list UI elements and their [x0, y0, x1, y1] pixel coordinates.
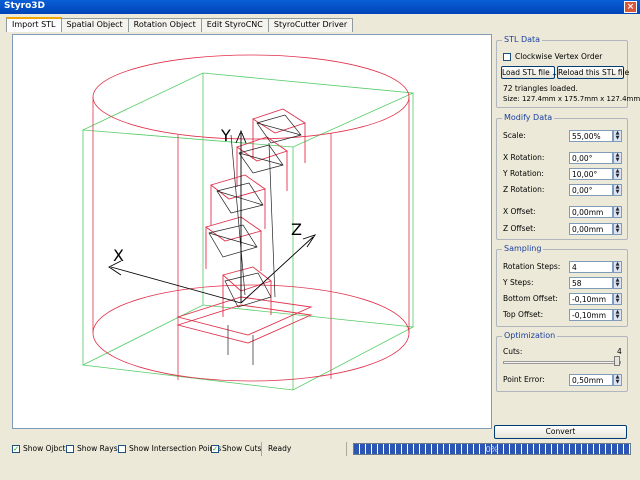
x-offset-label: X Offset: — [503, 207, 536, 216]
top-offset-spin-icon[interactable]: ▲ ▼ — [613, 309, 622, 321]
z-axis-label: Z — [291, 220, 302, 239]
top-offset-label: Top Offset: — [503, 310, 544, 319]
x-rotation-label: X Rotation: — [503, 153, 545, 162]
scale-row: Scale: 55,00% ▲ ▼ — [501, 130, 625, 143]
coordinate-axes — [108, 129, 317, 304]
x-rotation-row: X Rotation: 0,00° ▲ ▼ — [501, 152, 625, 165]
z-offset-row: Z Offset: 0,00mm ▲ ▼ — [501, 223, 625, 236]
y-steps-input[interactable]: 58 — [569, 277, 613, 289]
y-steps-label: Y Steps: — [503, 278, 534, 287]
point-error-label: Point Error: — [503, 375, 545, 384]
point-error-input[interactable]: 0,50mm — [569, 374, 613, 386]
tab-rotation-object[interactable]: Rotation Object — [127, 18, 202, 32]
triangles-count: 72 triangles loaded. — [503, 84, 578, 93]
clockwise-label: Clockwise Vertex Order — [515, 52, 603, 61]
cuts-label: Cuts: — [503, 347, 523, 356]
y-rotation-label: Y Rotation: — [503, 169, 544, 178]
point-error-row: Point Error: 0,50mm ▲ ▼ — [501, 374, 625, 387]
rotation-steps-row: Rotation Steps: 4 ▲ ▼ — [501, 261, 625, 274]
sampling-group: Sampling Rotation Steps: 4 ▲ ▼ Y Steps: 5… — [496, 244, 628, 327]
y-rotation-input[interactable]: 10,00° — [569, 168, 613, 180]
bounding-box — [81, 72, 415, 391]
z-offset-label: Z Offset: — [503, 224, 536, 233]
y-axis-label: Y — [220, 126, 231, 145]
status-divider — [346, 442, 347, 456]
modify-data-group: Modify Data Scale: 55,00% ▲ ▼ X Rotation:… — [496, 113, 628, 240]
stl-data-title: STL Data — [502, 35, 543, 44]
sampling-title: Sampling — [502, 244, 544, 253]
scale-spin-icon[interactable]: ▲ ▼ — [613, 130, 622, 142]
tab-spatial-object[interactable]: Spatial Object — [60, 18, 129, 32]
x-offset-input[interactable]: 0,00mm — [569, 206, 613, 218]
status-text: Ready — [268, 444, 292, 453]
rotation-steps-label: Rotation Steps: — [503, 262, 561, 271]
window-title: Styro3D — [4, 1, 46, 11]
bottom-offset-row: Bottom Offset: -0,10mm ▲ ▼ — [501, 293, 625, 306]
cuts-value: 4 — [617, 347, 622, 356]
stl-data-group: STL Data Clockwise Vertex Order Load STL… — [496, 35, 640, 108]
show-cuts-label: Show Cuts — [222, 444, 262, 453]
y-steps-row: Y Steps: 58 ▲ ▼ — [501, 277, 625, 290]
modify-data-title: Modify Data — [502, 113, 555, 122]
top-offset-input[interactable]: -0,10mm — [569, 309, 613, 321]
x-axis-label: X — [113, 246, 124, 265]
show-rays-label: Show Rays — [77, 444, 118, 453]
clockwise-checkbox[interactable] — [503, 53, 511, 61]
rotation-steps-spin-icon[interactable]: ▲ ▼ — [613, 261, 622, 273]
bottom-offset-label: Bottom Offset: — [503, 294, 558, 303]
z-rotation-spin-icon[interactable]: ▲ ▼ — [613, 184, 622, 196]
show-intersections-checkbox[interactable] — [118, 445, 126, 453]
y-steps-spin-icon[interactable]: ▲ ▼ — [613, 277, 622, 289]
y-rotation-spin-icon[interactable]: ▲ ▼ — [613, 168, 622, 180]
point-error-spin-icon[interactable]: ▲ ▼ — [613, 374, 622, 386]
z-offset-spin-icon[interactable]: ▲ ▼ — [613, 223, 622, 235]
load-stl-button[interactable]: Load STL file ... — [501, 66, 559, 79]
show-object-label: Show Ojbct — [23, 444, 66, 453]
tab-strip: Import STL Spatial Object Rotation Objec… — [6, 17, 354, 32]
optimization-title: Optimization — [502, 331, 558, 340]
scale-label: Scale: — [503, 131, 526, 140]
scale-input[interactable]: 55,00% — [569, 130, 613, 142]
show-object-checkbox[interactable]: ✓ — [12, 445, 20, 453]
tab-edit-styrocnc[interactable]: Edit StyroCNC — [200, 18, 269, 32]
title-bar: Styro3D × — [0, 0, 640, 14]
3d-viewport[interactable]: Y X Z — [12, 34, 492, 429]
3d-scene: Y X Z — [81, 54, 415, 391]
rotation-steps-input[interactable]: 4 — [569, 261, 613, 273]
status-bar: ✓ Show Ojbct Show Rays Show Intersection… — [6, 441, 631, 457]
x-rotation-input[interactable]: 0,00° — [569, 152, 613, 164]
reload-stl-button[interactable]: Reload this STL file — [557, 66, 629, 79]
z-rotation-row: Z Rotation: 0,00° ▲ ▼ — [501, 184, 625, 197]
z-rotation-label: Z Rotation: — [503, 185, 545, 194]
show-rays-checkbox[interactable] — [66, 445, 74, 453]
show-intersections-label: Show Intersection Points — [129, 444, 222, 453]
bottom-offset-input[interactable]: -0,10mm — [569, 293, 613, 305]
close-icon[interactable]: × — [624, 1, 637, 13]
tab-import-stl[interactable]: Import STL — [6, 17, 62, 32]
tab-styrocutter-driver[interactable]: StyroCutter Driver — [267, 18, 354, 32]
convert-button[interactable]: Convert — [494, 425, 627, 439]
optimization-group: Optimization Cuts: 4 Point Error: 0,50mm… — [496, 331, 628, 392]
y-rotation-row: Y Rotation: 10,00° ▲ ▼ — [501, 168, 625, 181]
progress-text: 0% — [485, 445, 499, 454]
z-rotation-input[interactable]: 0,00° — [569, 184, 613, 196]
cuts-slider-track[interactable] — [503, 361, 621, 364]
x-rotation-spin-icon[interactable]: ▲ ▼ — [613, 152, 622, 164]
x-offset-row: X Offset: 0,00mm ▲ ▼ — [501, 206, 625, 219]
top-offset-row: Top Offset: -0,10mm ▲ ▼ — [501, 309, 625, 322]
cuts-slider-thumb[interactable] — [614, 356, 620, 366]
status-divider — [261, 442, 262, 456]
progress-bar: 0% — [353, 443, 631, 455]
show-cuts-checkbox[interactable]: ✓ — [211, 445, 219, 453]
model-size: Size: 127.4mm x 175.7mm x 127.4mm — [503, 95, 640, 103]
z-offset-input[interactable]: 0,00mm — [569, 223, 613, 235]
rotation-cylinder — [92, 54, 410, 382]
bottom-offset-spin-icon[interactable]: ▲ ▼ — [613, 293, 622, 305]
x-offset-spin-icon[interactable]: ▲ ▼ — [613, 206, 622, 218]
